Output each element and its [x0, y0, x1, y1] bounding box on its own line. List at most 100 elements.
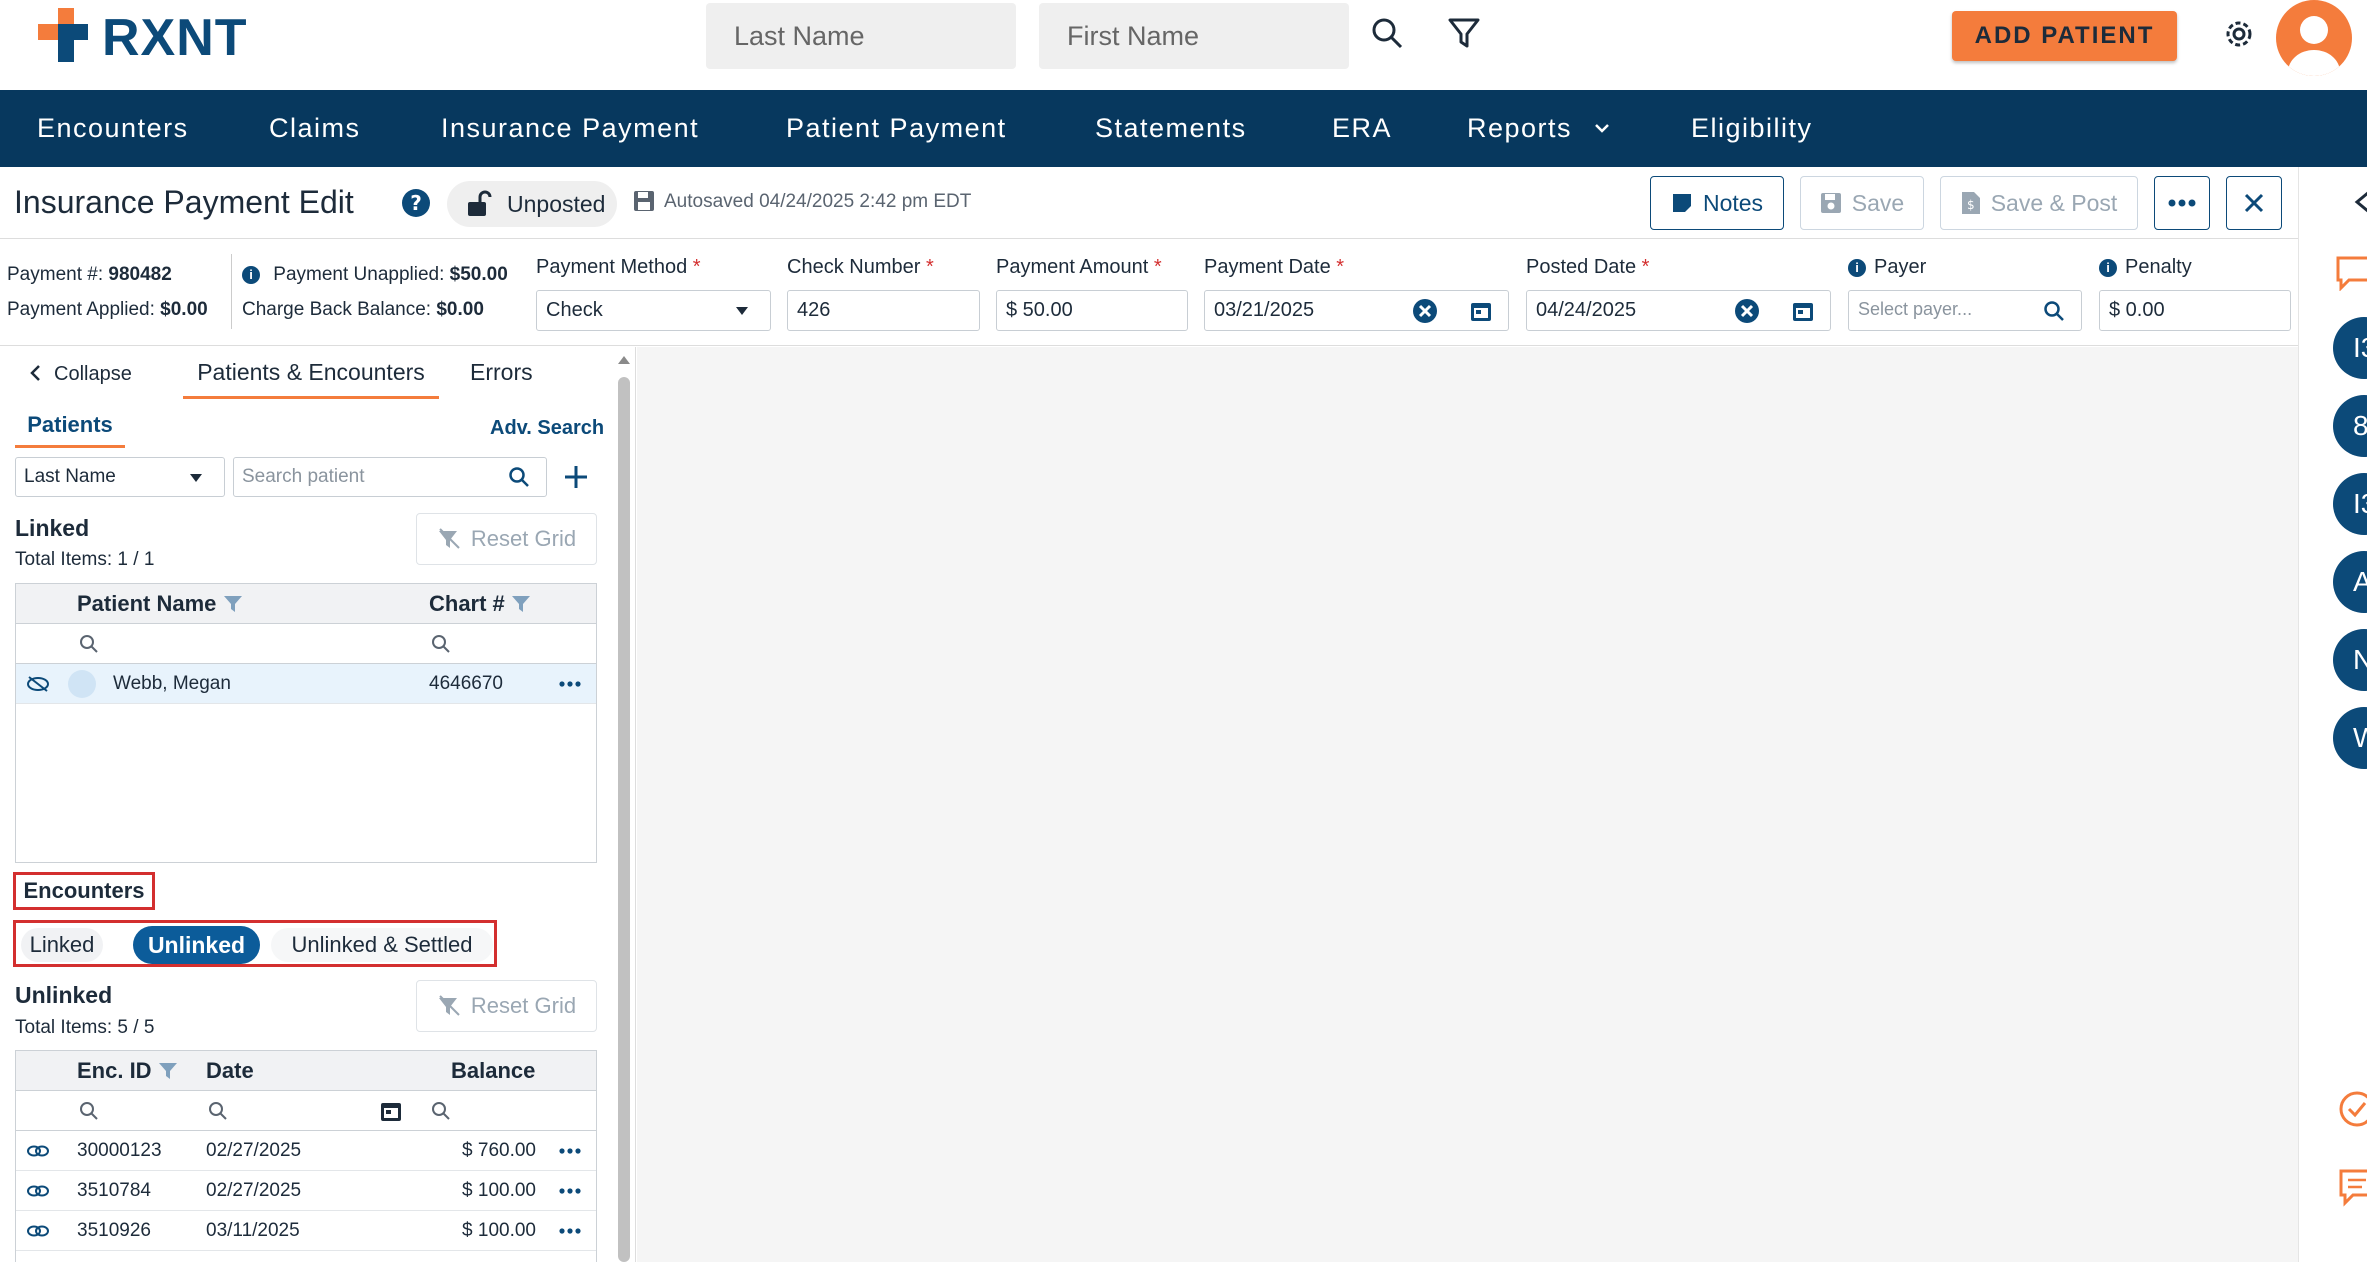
user-avatar[interactable] [2276, 0, 2352, 76]
last-name-search-input[interactable]: Last Name [706, 3, 1016, 69]
rail-avatar[interactable]: I3 [2333, 473, 2367, 535]
required-mark: * [692, 256, 701, 278]
save-and-post-button[interactable]: $ Save & Post [1940, 176, 2138, 230]
search-by-select[interactable]: Last Name [15, 457, 225, 497]
nav-claims[interactable]: Claims [269, 90, 361, 167]
info-icon[interactable]: i [242, 266, 260, 284]
tab-patients[interactable]: Patients [15, 412, 125, 448]
payer-label-text: Payer [1874, 256, 1927, 278]
reset-grid-button[interactable]: Reset Grid [416, 513, 597, 565]
row-actions-ellipsis-icon[interactable] [559, 1148, 581, 1154]
column-filter-icon[interactable] [511, 595, 531, 613]
logo-text: RXNT [102, 9, 248, 67]
unposted-status-button[interactable]: Unposted [447, 181, 617, 227]
table-row[interactable]: 3510926 03/11/2025 $ 100.00 [16, 1211, 596, 1251]
row-actions-ellipsis-icon[interactable] [559, 1188, 581, 1194]
enc-tab-unlinked[interactable]: Unlinked [133, 926, 260, 964]
check-number-input[interactable]: 426 [787, 290, 980, 331]
unlink-icon[interactable] [26, 675, 50, 693]
search-patient-input[interactable]: Search patient [233, 457, 547, 497]
tab-errors[interactable]: Errors [470, 349, 533, 399]
table-row[interactable]: 3510784 02/27/2025 $ 100.00 [16, 1171, 596, 1211]
link-icon[interactable] [26, 1143, 50, 1159]
notes-button[interactable]: Notes [1650, 176, 1784, 230]
payment-date-input[interactable]: 03/21/2025 [1204, 290, 1509, 331]
rail-avatar[interactable]: NI [2333, 629, 2367, 691]
add-patient-button[interactable]: ADD PATIENT [1952, 11, 2177, 61]
rail-avatar[interactable]: W [2333, 707, 2367, 769]
nav-eligibility[interactable]: Eligibility [1691, 90, 1813, 167]
column-date[interactable]: Date [206, 1051, 254, 1091]
column-chart-number[interactable]: Chart # [429, 584, 531, 624]
table-row[interactable]: Webb, Megan 4646670 [16, 664, 596, 704]
nav-era[interactable]: ERA [1332, 90, 1392, 167]
nav-statements[interactable]: Statements [1095, 90, 1247, 167]
link-icon[interactable] [26, 1183, 50, 1199]
ellipsis-icon [2168, 199, 2196, 207]
filter-icon[interactable] [1444, 14, 1484, 54]
column-filter-icon[interactable] [223, 595, 243, 613]
rxnt-logo[interactable]: RXNT [38, 8, 248, 68]
nav-encounters[interactable]: Encounters [37, 90, 189, 167]
nav-reports[interactable]: Reports [1467, 90, 1613, 167]
close-button[interactable] [2226, 176, 2282, 230]
clear-date-icon[interactable] [1734, 298, 1760, 324]
nav-patient-payment[interactable]: Patient Payment [786, 90, 1007, 167]
search-icon[interactable] [508, 466, 530, 488]
enc-id-cell: 3510784 [77, 1180, 151, 1201]
calendar-icon[interactable] [1470, 300, 1492, 322]
rail-avatar[interactable]: A: [2333, 551, 2367, 613]
rail-avatar[interactable]: 88 [2333, 395, 2367, 457]
table-row[interactable]: 30000123 02/27/2025 $ 760.00 [16, 1131, 596, 1171]
help-icon[interactable]: ? [402, 189, 430, 217]
search-icon[interactable] [431, 634, 451, 654]
payment-applied-label: Payment Applied: [7, 299, 155, 320]
enc-tab-linked[interactable]: Linked [21, 928, 103, 962]
chevron-left-icon[interactable] [2351, 189, 2367, 215]
adv-search-link[interactable]: Adv. Search [490, 417, 604, 440]
info-icon[interactable]: i [1848, 259, 1866, 277]
info-icon[interactable]: i [2099, 259, 2117, 277]
search-icon[interactable] [79, 1101, 99, 1121]
posted-date-input[interactable]: 04/24/2025 [1526, 290, 1831, 331]
reset-grid-button[interactable]: Reset Grid [416, 980, 597, 1032]
row-actions-ellipsis-icon[interactable] [559, 681, 581, 687]
search-icon[interactable] [2043, 300, 2065, 322]
link-icon[interactable] [26, 1223, 50, 1239]
document-dollar-icon: $ [1961, 192, 1980, 214]
column-filter-icon[interactable] [158, 1062, 178, 1080]
tab-patients-encounters[interactable]: Patients & Encounters [183, 349, 439, 399]
save-icon [1820, 193, 1841, 213]
collapse-label: Collapse [54, 363, 132, 385]
message-icon[interactable] [2337, 1167, 2367, 1207]
collapse-button[interactable]: Collapse [28, 363, 132, 386]
nav-insurance-payment[interactable]: Insurance Payment [441, 90, 699, 167]
search-icon[interactable] [1368, 14, 1408, 54]
gear-icon[interactable] [2219, 14, 2259, 54]
more-actions-button[interactable] [2154, 176, 2210, 230]
penalty-input[interactable]: $ 0.00 [2099, 290, 2291, 331]
search-icon[interactable] [431, 1101, 451, 1121]
row-actions-ellipsis-icon[interactable] [559, 1228, 581, 1234]
rail-avatar[interactable]: I3 [2333, 317, 2367, 379]
enc-tab-unlinked-settled[interactable]: Unlinked & Settled [271, 928, 493, 962]
scroll-up-arrow-icon[interactable] [617, 355, 631, 365]
column-patient-name[interactable]: Patient Name [77, 584, 243, 624]
chat-icon[interactable] [2335, 255, 2367, 291]
search-icon[interactable] [79, 634, 99, 654]
search-icon[interactable] [208, 1101, 228, 1121]
payment-amount-input[interactable]: $ 50.00 [996, 290, 1188, 331]
clear-date-icon[interactable] [1412, 298, 1438, 324]
left-panel-scrollbar[interactable] [618, 377, 630, 1262]
save-button[interactable]: Save [1800, 176, 1924, 230]
first-name-search-input[interactable]: First Name [1039, 3, 1349, 69]
column-balance[interactable]: Balance [451, 1051, 535, 1091]
add-patient-plus-icon[interactable] [562, 463, 590, 491]
payment-method-select[interactable]: Check [536, 290, 771, 331]
calendar-icon[interactable] [1792, 300, 1814, 322]
calendar-icon[interactable] [380, 1100, 402, 1122]
check-circle-icon[interactable] [2337, 1089, 2367, 1129]
column-enc-id[interactable]: Enc. ID [77, 1051, 178, 1091]
payer-search-input[interactable]: Select payer... [1848, 290, 2082, 331]
payment-method-value: Check [546, 299, 603, 321]
